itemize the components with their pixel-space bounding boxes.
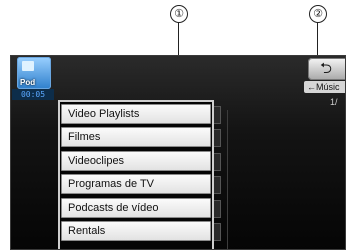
ipod-screen-graphic: [22, 61, 34, 71]
menu-item-tab: [214, 106, 221, 124]
callout-1: ①: [170, 5, 188, 23]
list-divider: [227, 110, 228, 250]
menu-item-programas-de-tv[interactable]: Programas de TV: [61, 174, 211, 194]
menu-item-tab: [214, 200, 221, 218]
menu-item-videoclipes[interactable]: Videoclipes: [61, 151, 211, 171]
page-indicator: 1/: [330, 97, 338, 107]
menu-item-video-playlists[interactable]: Video Playlists: [61, 104, 211, 124]
menu-item-podcasts-de-video[interactable]: Podcasts de vídeo: [61, 198, 211, 218]
playback-timer: 00:05: [12, 89, 54, 100]
back-arrow-icon: ⮌: [320, 60, 333, 77]
callout-2: ②: [309, 5, 327, 23]
menu-item-tab: [214, 153, 221, 171]
back-button[interactable]: ⮌: [308, 58, 346, 80]
callout-2-line: [317, 22, 318, 58]
source-label: Pod: [20, 78, 36, 87]
menu-item-tab: [214, 129, 221, 147]
menu-item-tab: [214, 176, 221, 194]
menu-item-rentals[interactable]: Rentals: [61, 221, 211, 241]
menu-item-tab: [214, 223, 221, 241]
menu-item-filmes[interactable]: Filmes: [61, 127, 211, 147]
music-tab[interactable]: ←Músic: [304, 81, 346, 93]
